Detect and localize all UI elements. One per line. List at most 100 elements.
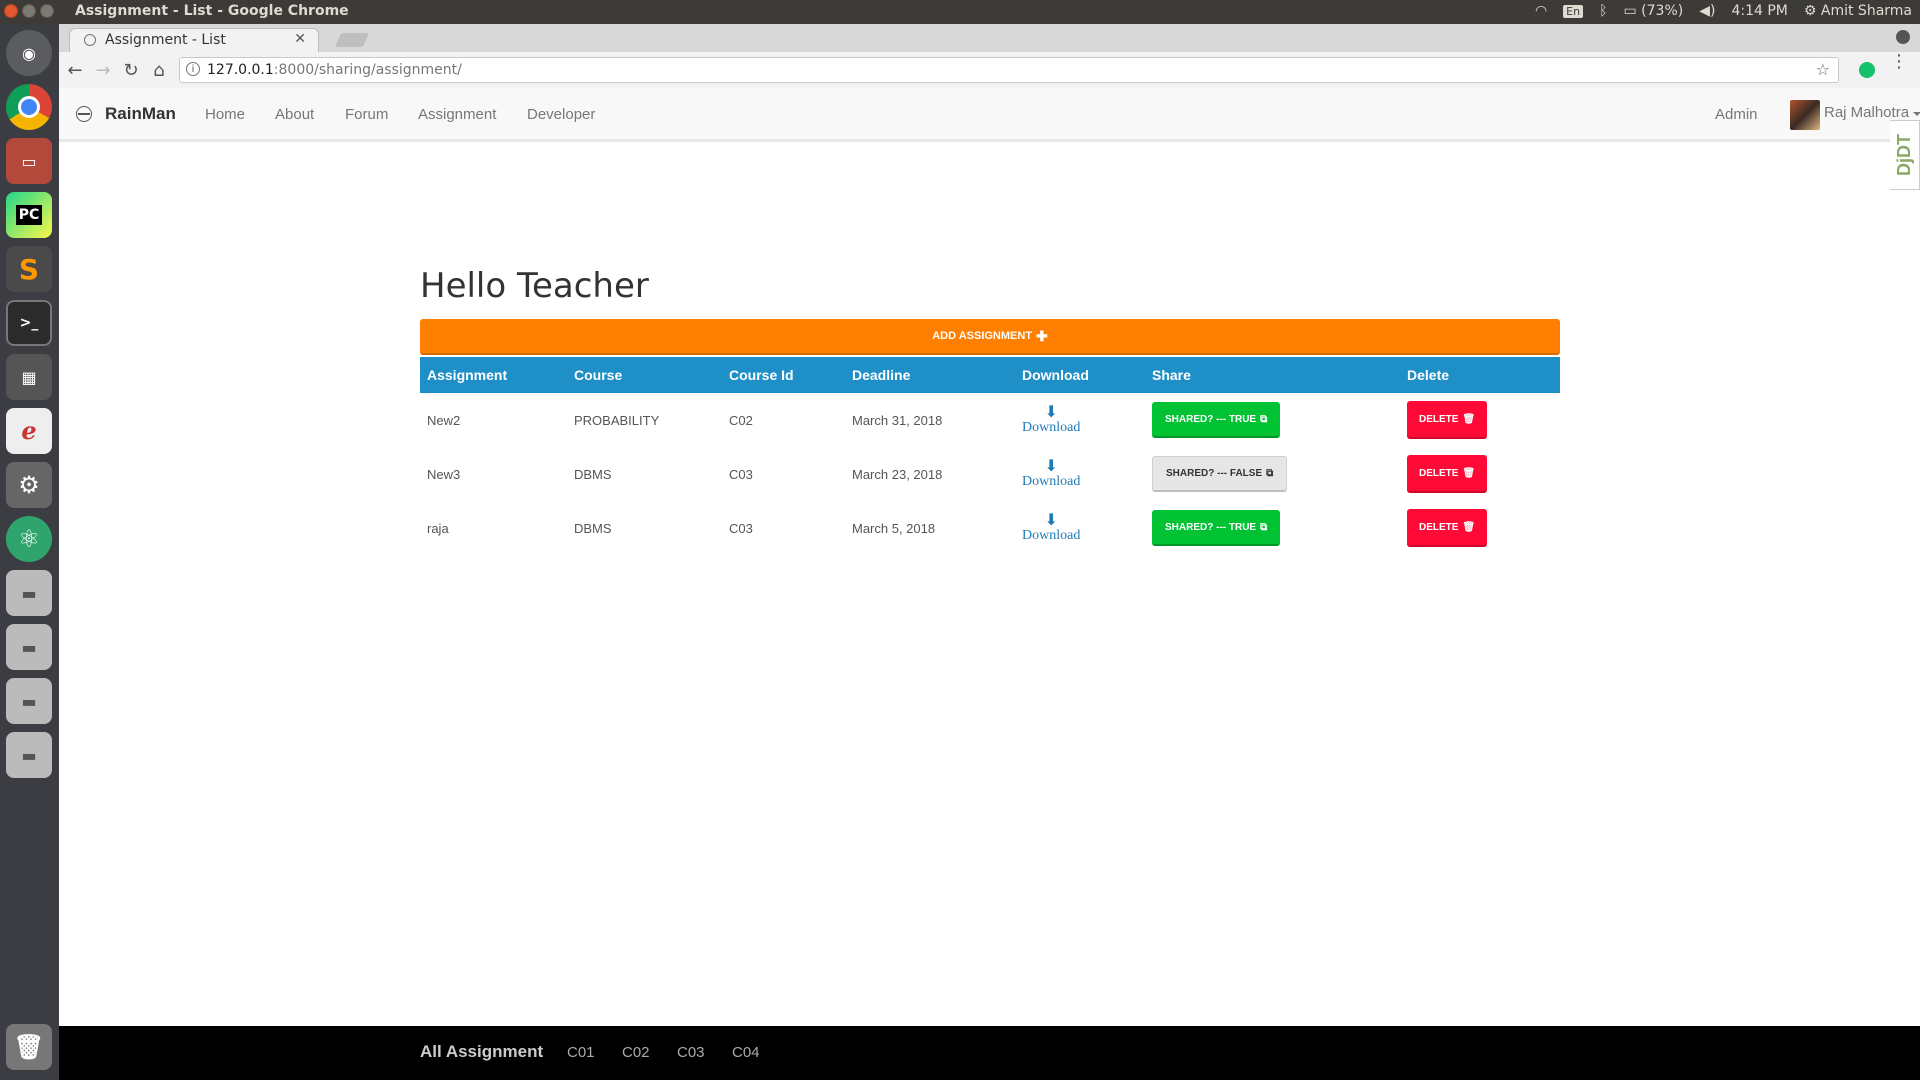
download-link[interactable]: ⬇ Download <box>1022 405 1080 435</box>
share-label: SHARED? --- FALSE <box>1166 468 1263 479</box>
settings-icon[interactable]: ⚙ <box>6 462 52 508</box>
volume-icon[interactable]: ◀︎) <box>1699 3 1715 19</box>
cell-course-id: C03 <box>729 520 753 536</box>
drive-icon[interactable]: ▬ <box>6 570 52 616</box>
drive-icon[interactable]: ▬ <box>6 732 52 778</box>
site-navbar: RainMan Home About Forum Assignment Deve… <box>59 88 1920 190</box>
cell-assignment: New3 <box>427 466 461 482</box>
files-icon[interactable]: ▭ <box>6 138 52 184</box>
delete-label: DELETE <box>1419 467 1459 479</box>
footer-link-c01[interactable]: C01 <box>567 1044 595 1061</box>
user-menu[interactable]: ⚙ Amit Sharma <box>1804 3 1912 19</box>
page-title: Hello Teacher <box>420 266 649 306</box>
cell-download: ⬇ Download <box>1015 447 1145 501</box>
share-toggle-button[interactable]: SHARED? --- FALSE ⧉ <box>1152 456 1288 492</box>
atom-icon[interactable]: ⚛ <box>6 516 52 562</box>
reload-icon[interactable]: ↻ <box>119 58 143 82</box>
profile-icon[interactable] <box>1896 30 1910 44</box>
cell-share: SHARED? --- TRUE ⧉ <box>1145 501 1400 555</box>
avatar[interactable] <box>1790 100 1820 130</box>
browser-menu-icon[interactable]: ⋮ <box>1890 53 1908 71</box>
chrome-icon[interactable] <box>6 84 52 130</box>
pycharm-icon[interactable]: PC <box>6 192 52 238</box>
nav-assignment[interactable]: Assignment <box>418 106 496 123</box>
header-course-id: Course Id <box>729 367 794 383</box>
home-icon[interactable]: ⌂ <box>147 58 171 82</box>
nav-developer[interactable]: Developer <box>527 106 595 123</box>
cell-download: ⬇ Download <box>1015 501 1145 555</box>
back-arrow-icon[interactable]: ← <box>63 58 87 82</box>
cell-course: DBMS <box>574 466 612 482</box>
nav-forum[interactable]: Forum <box>345 106 388 123</box>
page-viewport: RainMan Home About Forum Assignment Deve… <box>59 88 1920 1080</box>
table-row: New2 PROBABILITY C02 March 31, 2018 ⬇ Dow… <box>420 393 1560 447</box>
download-label: Download <box>1022 474 1081 489</box>
sublime-icon[interactable]: S <box>6 246 52 292</box>
footer-navbar: All Assignment C01 C02 C03 C04 <box>59 1026 1920 1080</box>
window-minimize-button[interactable] <box>22 4 36 18</box>
chevron-down-icon[interactable] <box>1913 112 1920 116</box>
footer-link-c02[interactable]: C02 <box>622 1044 650 1061</box>
trash-icon[interactable]: 🗑 <box>6 1024 52 1070</box>
language-indicator[interactable]: En <box>1563 4 1584 18</box>
header-download: Download <box>1022 367 1089 383</box>
share-toggle-button[interactable]: SHARED? --- TRUE ⧉ <box>1152 402 1281 438</box>
cell-delete: DELETE 🗑 <box>1400 393 1560 447</box>
nav-about[interactable]: About <box>275 106 314 123</box>
wifi-icon[interactable]: ◠ <box>1535 3 1547 19</box>
delete-button[interactable]: DELETE 🗑 <box>1407 455 1488 493</box>
tab-close-icon[interactable]: ✕ <box>294 31 306 47</box>
footer-link-c04[interactable]: C04 <box>732 1044 760 1061</box>
download-link[interactable]: ⬇ Download <box>1022 459 1080 489</box>
trash-icon: 🗑 <box>1462 521 1476 533</box>
add-assignment-button[interactable]: ADD ASSIGNMENT ✚ <box>420 319 1560 355</box>
terminal-icon[interactable]: >_ <box>6 300 52 346</box>
footer-all-assignment-link[interactable]: All Assignment <box>420 1042 543 1062</box>
ubuntu-dash-icon[interactable]: ◉ <box>6 30 52 76</box>
window-maximize-button[interactable] <box>40 4 54 18</box>
debug-toolbar-handle[interactable]: DjDT <box>1890 120 1920 190</box>
delete-button[interactable]: DELETE 🗑 <box>1407 509 1488 547</box>
address-bar[interactable]: i 127.0.0.1:8000/sharing/assignment/ ☆ <box>179 57 1839 83</box>
new-tab-button[interactable] <box>334 33 370 47</box>
table-row: New3 DBMS C03 March 23, 2018 ⬇ Download S… <box>420 447 1560 501</box>
cell-share: SHARED? --- TRUE ⧉ <box>1145 393 1400 447</box>
battery-indicator[interactable]: ▭ (73%) <box>1623 3 1683 19</box>
share-toggle-button[interactable]: SHARED? --- TRUE ⧉ <box>1152 510 1281 546</box>
download-link[interactable]: ⬇ Download <box>1022 513 1080 543</box>
workspace-icon[interactable]: ▦ <box>6 354 52 400</box>
share-label: SHARED? --- TRUE <box>1165 521 1257 533</box>
browser-tab-strip: Assignment - List ✕ <box>59 24 1920 52</box>
drive-icon[interactable]: ▬ <box>6 624 52 670</box>
table-row: raja DBMS C03 March 5, 2018 ⬇ Download SH… <box>420 501 1560 555</box>
cell-course-id: C02 <box>729 412 753 428</box>
download-icon: ⬇ <box>1044 404 1058 421</box>
cell-deadline: March 5, 2018 <box>852 520 936 536</box>
cell-course: DBMS <box>574 520 612 536</box>
url-host: 127.0.0.1 <box>207 62 274 78</box>
site-info-icon[interactable]: i <box>186 62 200 76</box>
drive-icon[interactable]: ▬ <box>6 678 52 724</box>
os-user-name: Amit Sharma <box>1820 3 1912 19</box>
forward-arrow-icon[interactable]: → <box>91 58 115 82</box>
clock[interactable]: 4:14 PM <box>1731 3 1787 19</box>
cell-assignment: New2 <box>427 412 461 428</box>
grammarly-extension-icon[interactable] <box>1859 62 1875 78</box>
nav-admin[interactable]: Admin <box>1715 106 1758 123</box>
user-name[interactable]: Raj Malhotra <box>1824 104 1909 121</box>
cell-delete: DELETE 🗑 <box>1400 501 1560 555</box>
pdf-viewer-icon[interactable]: ℯ <box>6 408 52 454</box>
plus-icon: ✚ <box>1036 327 1048 344</box>
bookmark-star-icon[interactable]: ☆ <box>1816 60 1830 79</box>
delete-button[interactable]: DELETE 🗑 <box>1407 401 1488 439</box>
browser-tab-active[interactable]: Assignment - List ✕ <box>69 28 319 52</box>
table-header-row: Assignment Course Course Id Deadline Dow… <box>420 357 1560 393</box>
brand-link[interactable]: RainMan <box>105 104 176 124</box>
nav-home[interactable]: Home <box>205 106 245 123</box>
bluetooth-icon[interactable]: ᛒ <box>1599 3 1607 19</box>
brand-logo-icon[interactable] <box>76 106 92 122</box>
footer-link-c03[interactable]: C03 <box>677 1044 705 1061</box>
window-title: Assignment - List - Google Chrome <box>75 3 349 19</box>
window-close-button[interactable] <box>4 4 18 18</box>
trash-icon: 🗑 <box>1462 467 1476 479</box>
